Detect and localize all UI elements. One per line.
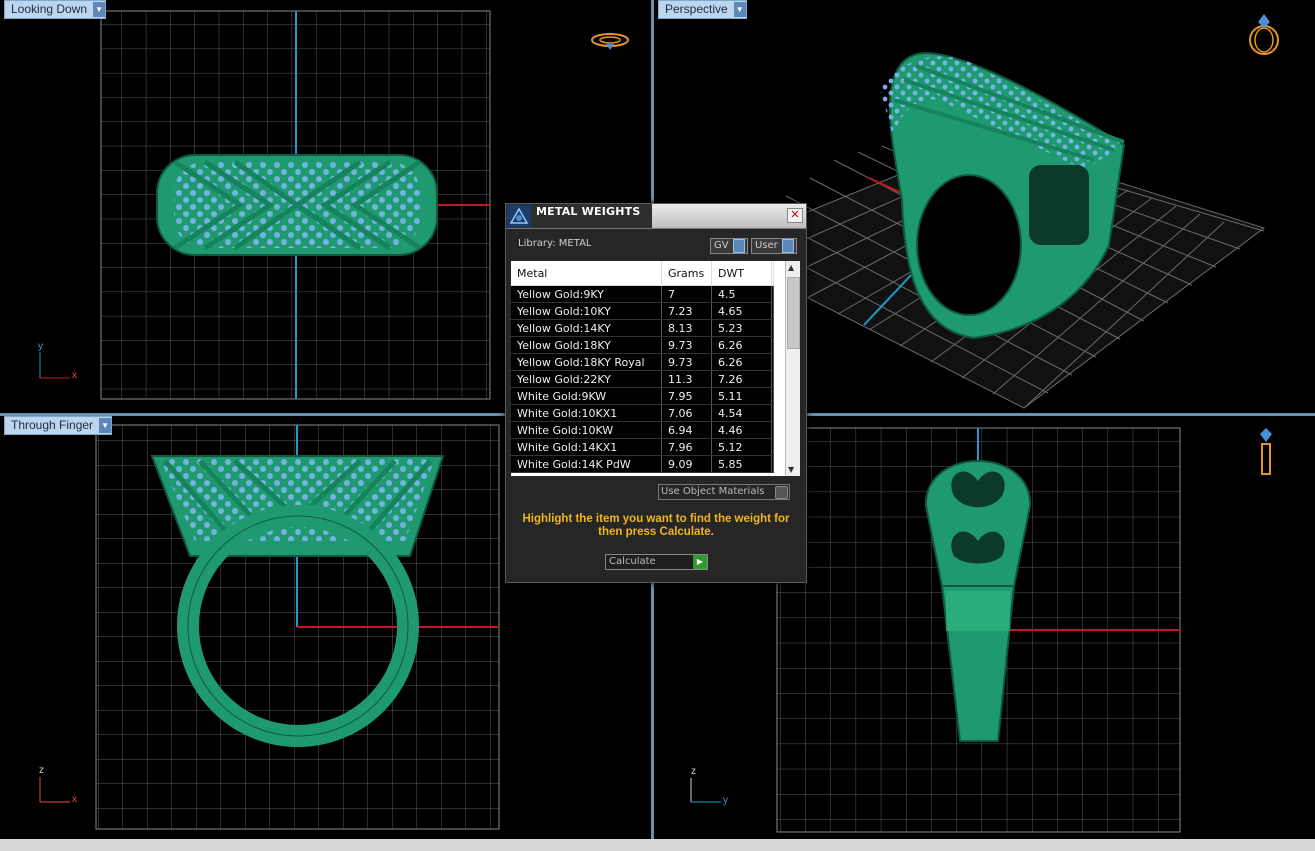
- row-spacer: [771, 353, 774, 371]
- table-row[interactable]: White Gold:9KW 7.95 5.11: [511, 387, 774, 405]
- row-spacer: [771, 302, 774, 320]
- use-object-materials-toggle[interactable]: Use Object Materials: [658, 484, 790, 500]
- table-row[interactable]: Yellow Gold:18KY Royal 9.73 6.26: [511, 353, 774, 371]
- grams-cell: 11.3: [661, 370, 712, 388]
- dwt-cell: 6.26: [711, 336, 772, 354]
- viewport-title-through-finger[interactable]: Through Finger ▼: [4, 416, 113, 435]
- grams-cell: 6.94: [661, 421, 712, 439]
- dialog-title-box: METAL WEIGHTS: [506, 204, 652, 228]
- dwt-cell: 6.26: [711, 353, 772, 371]
- table-scrollbar[interactable]: ▲ ▼: [785, 261, 800, 476]
- grams-cell: 8.13: [661, 319, 712, 337]
- row-spacer: [771, 336, 774, 354]
- grams-cell: 7.95: [661, 387, 712, 405]
- metal-cell: Yellow Gold:18KY: [511, 336, 662, 354]
- ring-gizmo-icon: [591, 33, 629, 50]
- row-spacer: [771, 421, 774, 439]
- dwt-cell: 4.54: [711, 404, 772, 422]
- metal-cell: Yellow Gold:10KY: [511, 302, 662, 320]
- grams-cell: 7.06: [661, 404, 712, 422]
- dwt-cell: 5.85: [711, 455, 772, 473]
- close-icon[interactable]: ✕: [787, 208, 803, 223]
- library-label: Library: METAL: [518, 238, 592, 249]
- metal-cell: Yellow Gold:22KY: [511, 370, 662, 388]
- grams-cell: 9.73: [661, 336, 712, 354]
- grams-cell: 7.96: [661, 438, 712, 456]
- metal-cell: White Gold:14K PdW: [511, 455, 662, 473]
- viewport-title-perspective[interactable]: Perspective ▼: [658, 0, 747, 19]
- dwt-cell: 5.11: [711, 387, 772, 405]
- dwt-cell: 4.65: [711, 302, 772, 320]
- row-spacer: [771, 285, 774, 303]
- table-row[interactable]: White Gold:10KW 6.94 4.46: [511, 421, 774, 439]
- instruction-text: Highlight the item you want to find the …: [522, 513, 790, 538]
- row-spacer: [771, 387, 774, 405]
- dwt-cell: 4.46: [711, 421, 772, 439]
- metal-cell: Yellow Gold:14KY: [511, 319, 662, 337]
- row-spacer: [771, 319, 774, 337]
- row-spacer: [771, 370, 774, 388]
- axis-label-z: z: [39, 765, 44, 776]
- dialog-title: METAL WEIGHTS: [536, 205, 641, 218]
- grams-cell: 7.23: [661, 302, 712, 320]
- dwt-cell: 4.5: [711, 285, 772, 303]
- table-row[interactable]: Yellow Gold:18KY 9.73 6.26: [511, 336, 774, 354]
- app-logo-icon: [507, 205, 531, 227]
- metal-cell: White Gold:10KW: [511, 421, 662, 439]
- dwt-cell: 5.23: [711, 319, 772, 337]
- metal-cell: Yellow Gold:18KY Royal: [511, 353, 662, 371]
- axis-label-y: y: [38, 341, 43, 352]
- toggle-knob-icon: [775, 486, 788, 499]
- axis-label-x: x: [72, 794, 77, 805]
- gv-toggle[interactable]: GV: [710, 238, 748, 254]
- grams-cell: 9.09: [661, 455, 712, 473]
- chevron-down-icon[interactable]: ▼: [93, 2, 106, 17]
- table-row[interactable]: Yellow Gold:9KY 7 4.5: [511, 285, 774, 303]
- metal-table[interactable]: Metal Grams DWT Yellow Gold:9KY 7 4.5 Yello…: [511, 261, 800, 476]
- scroll-thumb[interactable]: [787, 277, 800, 349]
- column-header-spacer: [771, 261, 774, 286]
- axis-label-z: z: [691, 766, 696, 777]
- dwt-cell: 7.26: [711, 370, 772, 388]
- toggle-knob-icon: [781, 239, 794, 253]
- dialog-titlebar[interactable]: METAL WEIGHTS ✕: [506, 204, 806, 229]
- column-header-metal[interactable]: Metal: [511, 261, 662, 286]
- status-strip: [0, 839, 1315, 851]
- scroll-down-icon[interactable]: ▼: [788, 465, 794, 474]
- metal-cell: White Gold:9KW: [511, 387, 662, 405]
- grams-cell: 7: [661, 285, 712, 303]
- user-toggle[interactable]: User: [751, 238, 797, 254]
- metal-cell: White Gold:14KX1: [511, 438, 662, 456]
- metal-cell: White Gold:10KX1: [511, 404, 662, 422]
- ring-top-view: [156, 154, 438, 256]
- row-spacer: [771, 455, 774, 473]
- chevron-down-icon[interactable]: ▼: [733, 2, 746, 17]
- axis-label-x: x: [72, 370, 77, 381]
- toggle-knob-icon: [732, 239, 745, 253]
- row-spacer: [771, 404, 774, 422]
- ring-gizmo-icon-3: [1260, 428, 1272, 475]
- metal-cell: Yellow Gold:9KY: [511, 285, 662, 303]
- ring-gizmo-icon-2: [1249, 14, 1279, 55]
- grams-cell: 9.73: [661, 353, 712, 371]
- scroll-up-icon[interactable]: ▲: [788, 263, 794, 272]
- table-row[interactable]: White Gold:14KX1 7.96 5.12: [511, 438, 774, 456]
- table-row[interactable]: White Gold:10KX1 7.06 4.54: [511, 404, 774, 422]
- table-row[interactable]: Yellow Gold:22KY 11.3 7.26: [511, 370, 774, 388]
- table-row[interactable]: White Gold:14K PdW 9.09 5.85: [511, 455, 774, 473]
- calculate-button[interactable]: Calculate ▶: [605, 554, 708, 570]
- row-spacer: [771, 438, 774, 456]
- viewport-title-looking-down[interactable]: Looking Down ▼: [4, 0, 107, 19]
- metal-table-grid: Metal Grams DWT Yellow Gold:9KY 7 4.5 Yello…: [511, 261, 774, 473]
- axis-label-y: y: [723, 795, 728, 806]
- metal-weights-dialog[interactable]: METAL WEIGHTS ✕ Library: METAL GV User M…: [505, 203, 807, 583]
- column-header-grams[interactable]: Grams: [661, 261, 712, 286]
- table-row[interactable]: Yellow Gold:14KY 8.13 5.23: [511, 319, 774, 337]
- play-icon: ▶: [693, 555, 707, 569]
- table-row[interactable]: Yellow Gold:10KY 7.23 4.65: [511, 302, 774, 320]
- column-header-dwt[interactable]: DWT: [711, 261, 772, 286]
- chevron-down-icon[interactable]: ▼: [99, 418, 112, 433]
- dwt-cell: 5.12: [711, 438, 772, 456]
